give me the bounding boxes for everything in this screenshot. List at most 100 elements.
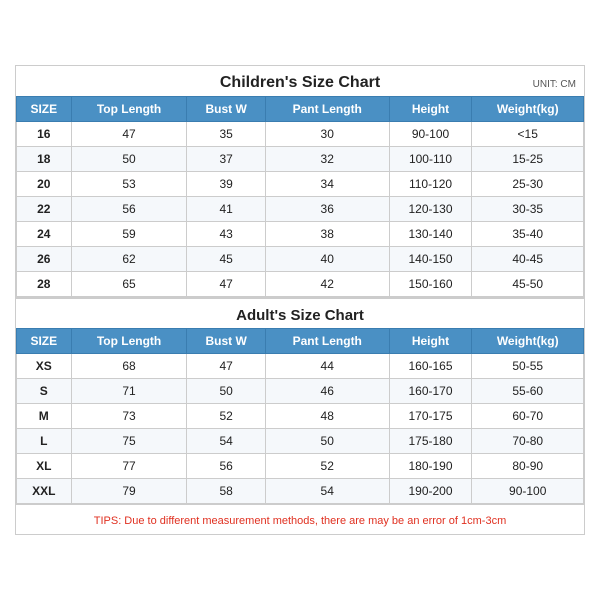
table-cell: 40-45 — [472, 247, 584, 272]
table-cell: 28 — [17, 272, 72, 297]
col-header-size-a: SIZE — [17, 329, 72, 354]
table-cell: 190-200 — [389, 479, 472, 504]
table-cell: 140-150 — [389, 247, 472, 272]
table-cell: 59 — [71, 222, 187, 247]
table-row: 26624540140-15040-45 — [17, 247, 584, 272]
table-cell: 34 — [265, 172, 389, 197]
table-cell: 22 — [17, 197, 72, 222]
table-cell: 73 — [71, 404, 187, 429]
table-cell: S — [17, 379, 72, 404]
table-row: M735248170-17560-70 — [17, 404, 584, 429]
table-cell: XXL — [17, 479, 72, 504]
table-cell: 100-110 — [389, 147, 472, 172]
table-cell: 80-90 — [472, 454, 584, 479]
table-cell: 62 — [71, 247, 187, 272]
table-cell: 39 — [187, 172, 265, 197]
table-cell: 24 — [17, 222, 72, 247]
col-header-toplength-c: Top Length — [71, 97, 187, 122]
table-cell: 40 — [265, 247, 389, 272]
table-cell: XL — [17, 454, 72, 479]
table-cell: <15 — [472, 122, 584, 147]
adult-table: SIZE Top Length Bust W Pant Length Heigh… — [16, 328, 584, 504]
adult-chart-title: Adult's Size Chart — [236, 307, 364, 324]
table-cell: 170-175 — [389, 404, 472, 429]
table-cell: 20 — [17, 172, 72, 197]
table-cell: 160-165 — [389, 354, 472, 379]
table-cell: 18 — [17, 147, 72, 172]
table-row: 1647353090-100<15 — [17, 122, 584, 147]
table-cell: 26 — [17, 247, 72, 272]
tips-row: TIPS: Due to different measurement metho… — [16, 504, 584, 534]
table-cell: XS — [17, 354, 72, 379]
table-cell: 47 — [187, 272, 265, 297]
table-cell: 32 — [265, 147, 389, 172]
table-cell: 35 — [187, 122, 265, 147]
col-header-toplength-a: Top Length — [71, 329, 187, 354]
table-cell: 55-60 — [472, 379, 584, 404]
table-cell: 46 — [265, 379, 389, 404]
table-cell: 53 — [71, 172, 187, 197]
table-cell: 52 — [265, 454, 389, 479]
table-row: XS684744160-16550-55 — [17, 354, 584, 379]
table-cell: 58 — [187, 479, 265, 504]
table-cell: 180-190 — [389, 454, 472, 479]
table-cell: 175-180 — [389, 429, 472, 454]
table-row: L755450175-18070-80 — [17, 429, 584, 454]
table-row: 22564136120-13030-35 — [17, 197, 584, 222]
col-header-height-c: Height — [389, 97, 472, 122]
table-cell: 75 — [71, 429, 187, 454]
table-cell: 35-40 — [472, 222, 584, 247]
table-cell: 71 — [71, 379, 187, 404]
table-row: S715046160-17055-60 — [17, 379, 584, 404]
table-cell: 43 — [187, 222, 265, 247]
table-cell: 15-25 — [472, 147, 584, 172]
adult-header-row: SIZE Top Length Bust W Pant Length Heigh… — [17, 329, 584, 354]
table-cell: 44 — [265, 354, 389, 379]
table-cell: 70-80 — [472, 429, 584, 454]
children-header-row: SIZE Top Length Bust W Pant Length Heigh… — [17, 97, 584, 122]
table-cell: 41 — [187, 197, 265, 222]
table-cell: M — [17, 404, 72, 429]
table-cell: 52 — [187, 404, 265, 429]
table-cell: 50 — [265, 429, 389, 454]
col-header-bustw-a: Bust W — [187, 329, 265, 354]
table-row: XL775652180-19080-90 — [17, 454, 584, 479]
table-cell: 25-30 — [472, 172, 584, 197]
col-header-bustw-c: Bust W — [187, 97, 265, 122]
table-cell: 30-35 — [472, 197, 584, 222]
unit-label: UNIT: CM — [533, 79, 576, 90]
children-chart-title: Children's Size Chart — [220, 74, 380, 91]
table-cell: 50 — [187, 379, 265, 404]
table-cell: 65 — [71, 272, 187, 297]
table-cell: 30 — [265, 122, 389, 147]
col-header-weight-a: Weight(kg) — [472, 329, 584, 354]
table-cell: 77 — [71, 454, 187, 479]
table-row: 24594338130-14035-40 — [17, 222, 584, 247]
col-header-pantlength-a: Pant Length — [265, 329, 389, 354]
table-cell: 120-130 — [389, 197, 472, 222]
table-cell: 45-50 — [472, 272, 584, 297]
table-cell: 36 — [265, 197, 389, 222]
table-cell: 47 — [187, 354, 265, 379]
table-cell: 37 — [187, 147, 265, 172]
table-cell: 90-100 — [472, 479, 584, 504]
table-cell: 48 — [265, 404, 389, 429]
table-cell: 38 — [265, 222, 389, 247]
table-cell: 56 — [71, 197, 187, 222]
table-cell: 50-55 — [472, 354, 584, 379]
tips-text: TIPS: Due to different measurement metho… — [94, 515, 506, 527]
size-chart-container: Children's Size Chart UNIT: CM SIZE Top … — [15, 65, 585, 535]
children-title-row: Children's Size Chart UNIT: CM — [16, 66, 584, 96]
table-cell: 54 — [187, 429, 265, 454]
col-header-weight-c: Weight(kg) — [472, 97, 584, 122]
table-cell: 150-160 — [389, 272, 472, 297]
table-cell: L — [17, 429, 72, 454]
table-row: XXL795854190-20090-100 — [17, 479, 584, 504]
table-cell: 42 — [265, 272, 389, 297]
table-cell: 45 — [187, 247, 265, 272]
table-cell: 56 — [187, 454, 265, 479]
table-cell: 160-170 — [389, 379, 472, 404]
table-row: 18503732100-11015-25 — [17, 147, 584, 172]
table-cell: 47 — [71, 122, 187, 147]
table-cell: 90-100 — [389, 122, 472, 147]
